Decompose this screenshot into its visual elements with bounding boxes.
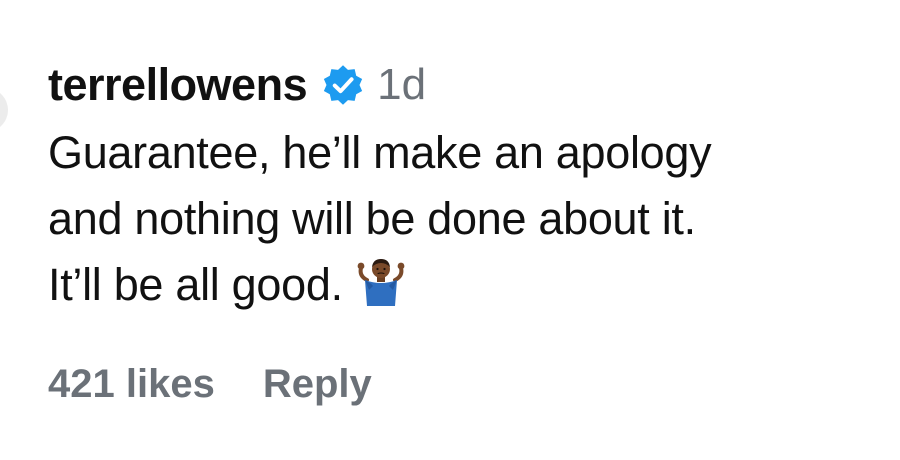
verified-badge-icon xyxy=(323,65,363,105)
comment-header: terrellowens 1d xyxy=(48,52,878,118)
person-shrugging-emoji-icon xyxy=(357,259,405,306)
avatar[interactable] xyxy=(0,88,8,132)
reply-button[interactable]: Reply xyxy=(263,362,372,407)
comment-line: and nothing will be done about it. xyxy=(48,193,696,244)
comment-text: Guarantee, he’ll make an apology and not… xyxy=(48,120,878,318)
comment-line-last: It’ll be all good. xyxy=(48,252,878,318)
comment-actions: 421 likes Reply xyxy=(48,362,372,407)
username[interactable]: terrellowens xyxy=(48,59,308,111)
likes-count[interactable]: 421 likes xyxy=(48,362,215,407)
comment: terrellowens 1d Guarantee, he’ll make an… xyxy=(48,52,878,318)
comment-line: Guarantee, he’ll make an apology xyxy=(48,127,712,178)
comment-time: 1d xyxy=(377,60,427,109)
comment-line-text: It’ll be all good. xyxy=(48,259,343,310)
